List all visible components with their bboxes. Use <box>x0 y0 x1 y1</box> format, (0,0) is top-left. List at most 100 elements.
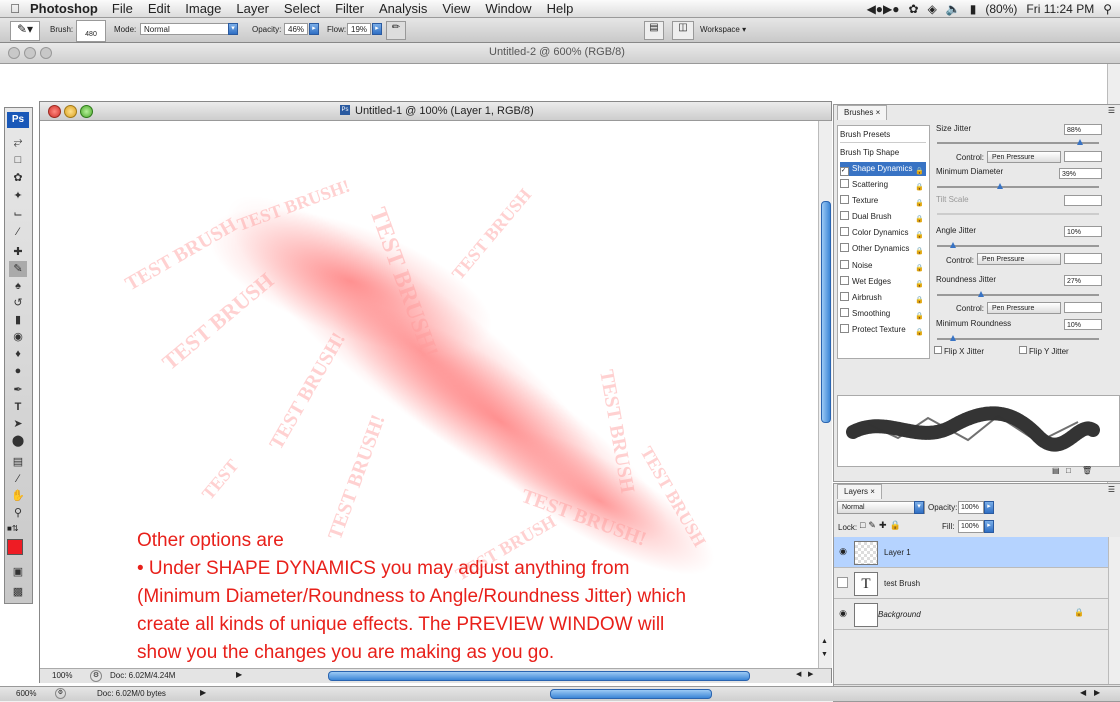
layer-name[interactable]: Background <box>878 610 921 619</box>
lock-icon[interactable]: 🔒 <box>915 229 924 243</box>
minimize-button[interactable] <box>64 105 77 118</box>
checkbox[interactable] <box>840 260 849 269</box>
min-roundness-knob[interactable] <box>950 335 957 341</box>
back-minimize-button[interactable] <box>24 47 36 59</box>
size-jitter-input[interactable]: 88% <box>1064 124 1102 135</box>
scroll-right-icon[interactable]: ▶ <box>808 670 813 678</box>
layer-row-background[interactable]: ◉ Background 🔒 <box>834 599 1108 630</box>
layer-opacity-arrow[interactable]: ▸ <box>984 501 994 514</box>
checkbox[interactable]: ✓ <box>840 167 849 176</box>
brush-option-wet-edges[interactable]: Wet Edges 🔒 <box>840 275 926 289</box>
lock-icon[interactable]: 🔒 <box>915 197 924 211</box>
lock-icon[interactable]: 🔒 <box>915 262 924 276</box>
layer-row-layer-1[interactable]: ◉ Layer 1 <box>834 537 1108 568</box>
flip-x-jitter[interactable]: Flip X Jitter <box>934 346 984 356</box>
trash-icon[interactable]: 🗑 <box>1082 466 1092 475</box>
back-status-info-icon[interactable]: ⚙ <box>55 688 66 699</box>
angle-jitter-input[interactable]: 10% <box>1064 226 1102 237</box>
layers-vscroll[interactable] <box>1108 537 1120 687</box>
layer-opacity-input[interactable]: 100% <box>958 501 984 514</box>
brush-option-texture[interactable]: Texture 🔒 <box>840 194 926 208</box>
checkbox[interactable] <box>840 292 849 301</box>
default-colors-icon[interactable]: ■⇅ <box>7 524 19 533</box>
blend-mode-arrow[interactable]: ▾ <box>914 501 924 514</box>
palette-well-icon[interactable]: ▤ <box>644 21 664 40</box>
brush-option-protect-texture[interactable]: Protect Texture 🔒 <box>840 323 926 337</box>
back-document-zoom[interactable]: 600% <box>16 689 36 698</box>
checkbox[interactable] <box>840 179 849 188</box>
scroll-up-icon[interactable]: ▲ <box>821 638 828 645</box>
angle-control-select[interactable]: Pen Pressure <box>977 253 1061 265</box>
apple-menu-icon[interactable]:  <box>0 1 30 16</box>
lock-icon[interactable]: 🔒 <box>915 278 924 292</box>
pen-tool-icon[interactable]: ✒ <box>9 382 27 398</box>
stamp-tool-icon[interactable]: ♠ <box>9 278 27 294</box>
fill-input[interactable]: 100% <box>958 520 984 533</box>
marquee-tool-icon[interactable]: □ <box>9 152 27 168</box>
brush-tool-icon[interactable]: ✎ <box>9 261 27 277</box>
brush-option-shape-dynamics[interactable]: ✓ Shape Dynamics 🔒 <box>840 162 926 176</box>
document-vscroll[interactable]: ▲ ▼ <box>818 121 832 668</box>
brush-tip-shape-item[interactable]: Brush Tip Shape <box>840 146 926 160</box>
status-info-icon[interactable]: ⚙ <box>90 670 102 682</box>
layers-tab[interactable]: Layers × <box>837 484 882 499</box>
back-document-hscroll-thumb[interactable] <box>550 689 712 699</box>
extras-icons[interactable]: ◀●▶● <box>867 2 900 16</box>
lock-icon[interactable]: 🔒 <box>915 181 924 195</box>
back-close-button[interactable] <box>8 47 20 59</box>
menu-select[interactable]: Select <box>284 1 320 16</box>
tilt-scale-input[interactable] <box>1064 195 1102 206</box>
clock[interactable]: Fri 11:24 PM <box>1026 2 1094 16</box>
roundness-jitter-slider[interactable] <box>937 294 1099 296</box>
back-scroll-left-icon[interactable]: ◀ <box>1080 688 1086 697</box>
new-preset-icon[interactable]: ▤ <box>1052 466 1060 475</box>
spotlight-icon[interactable]: ⚲ <box>1103 2 1112 16</box>
airbrush-toggle[interactable]: ✏ <box>386 21 406 40</box>
shape-tool-icon[interactable]: ⬤ <box>9 433 27 449</box>
size-control-select[interactable]: Pen Pressure <box>987 151 1061 163</box>
checkbox[interactable] <box>840 243 849 252</box>
roundness-control-select[interactable]: Pen Pressure <box>987 302 1061 314</box>
back-zoom-button[interactable] <box>40 47 52 59</box>
lock-icon[interactable]: 🔒 <box>915 245 924 259</box>
size-jitter-slider[interactable] <box>937 142 1099 144</box>
close-tab-icon[interactable]: × <box>876 108 881 117</box>
screen-mode-icon[interactable]: ▩ <box>9 584 27 600</box>
checkbox[interactable] <box>840 308 849 317</box>
volume-icon[interactable]: 🔈 <box>946 2 961 16</box>
angle-jitter-knob[interactable] <box>950 242 957 248</box>
tool-preset-picker[interactable]: ✎▾ <box>10 21 40 41</box>
min-diameter-input[interactable]: 39% <box>1059 168 1102 179</box>
tilt-scale-slider[interactable] <box>937 213 1099 215</box>
blur-tool-icon[interactable]: ♦ <box>9 346 27 362</box>
checkbox[interactable] <box>840 324 849 333</box>
layers-menu-icon[interactable]: ☰ <box>1108 485 1115 494</box>
create-preset-icon[interactable]: □ <box>1066 466 1071 475</box>
back-status-menu-arrow[interactable]: ▶ <box>200 688 206 697</box>
lock-icon[interactable]: 🔒 <box>915 310 924 324</box>
notes-tool-icon[interactable]: ▤ <box>9 454 27 470</box>
close-button[interactable] <box>48 105 61 118</box>
brush-picker[interactable]: 480 <box>76 20 106 42</box>
blend-mode-select[interactable]: Normal <box>837 501 925 514</box>
brush-option-smoothing[interactable]: Smoothing 🔒 <box>840 307 926 321</box>
panel-menu-icon[interactable]: ☰ <box>1108 106 1115 115</box>
battery-icon[interactable]: ▮ <box>970 2 977 16</box>
close-layers-tab-icon[interactable]: × <box>870 487 875 496</box>
brushes-tab[interactable]: Brushes × <box>837 105 888 120</box>
roundness-jitter-input[interactable]: 27% <box>1064 275 1102 286</box>
menu-image[interactable]: Image <box>185 1 221 16</box>
roundness-control-extra[interactable] <box>1064 302 1102 313</box>
menu-layer[interactable]: Layer <box>236 1 269 16</box>
back-scroll-right-icon[interactable]: ▶ <box>1094 688 1100 697</box>
app-menu[interactable]: Photoshop <box>30 1 98 16</box>
document-zoom[interactable]: 100% <box>52 671 72 680</box>
menu-analysis[interactable]: Analysis <box>379 1 427 16</box>
history-brush-tool-icon[interactable]: ↺ <box>9 295 27 311</box>
size-control-extra[interactable] <box>1064 151 1102 162</box>
visibility-eye-icon[interactable]: ◉ <box>837 546 849 557</box>
menu-help[interactable]: Help <box>547 1 574 16</box>
layer-name[interactable]: Layer 1 <box>884 548 911 557</box>
mode-select[interactable]: Normal <box>140 23 230 35</box>
lock-icon[interactable]: 🔒 <box>915 294 924 308</box>
